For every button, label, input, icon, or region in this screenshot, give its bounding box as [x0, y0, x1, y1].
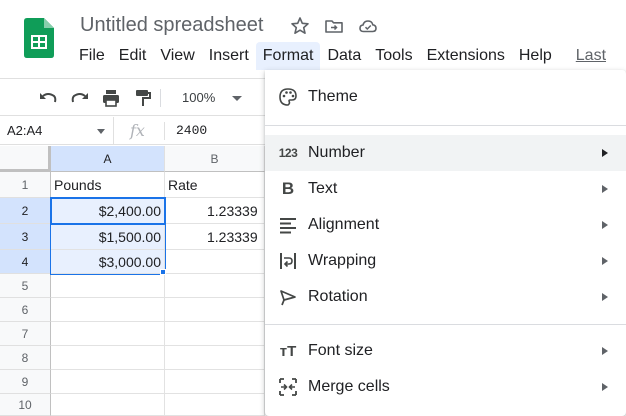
menu-help[interactable]: Help [512, 42, 559, 70]
format-menu-alignment[interactable]: Alignment [265, 207, 626, 243]
cell-b8[interactable] [165, 346, 265, 370]
zoom-select[interactable]: 100% [170, 87, 246, 109]
format-menu-text[interactable]: B Text [265, 171, 626, 207]
number-format-icon: 123 [278, 146, 298, 160]
row-header-5[interactable]: 5 [0, 274, 51, 298]
cell-a4[interactable]: $3,000.00 [51, 250, 165, 274]
select-all-corner[interactable] [0, 146, 51, 172]
format-menu-font-size-label: Font size [308, 342, 373, 359]
cell-a1[interactable]: Pounds [51, 172, 165, 198]
cell-a8[interactable] [51, 346, 165, 370]
row-header-3[interactable]: 3 [0, 224, 51, 250]
redo-icon[interactable] [69, 87, 91, 109]
cell-b3[interactable]: 1.23339 [165, 224, 265, 250]
cell-b10[interactable] [165, 394, 265, 416]
paint-format-icon[interactable] [132, 87, 154, 109]
format-menu-number-label: Number [308, 144, 365, 161]
cell-b6[interactable] [165, 298, 265, 322]
zoom-value: 100% [182, 90, 216, 105]
formula-input[interactable]: 2400 [176, 117, 207, 145]
row-header-4[interactable]: 4 [0, 250, 51, 274]
formula-separator [164, 122, 165, 140]
format-menu-theme-label: Theme [308, 88, 358, 105]
text-rotation-icon [280, 290, 296, 306]
row-header-2[interactable]: 2 [0, 198, 51, 224]
align-left-icon [280, 218, 296, 234]
cell-a7[interactable] [51, 322, 165, 346]
palette-icon [279, 88, 297, 106]
row-header-9[interactable]: 9 [0, 370, 51, 394]
column-header-b[interactable]: B [165, 146, 265, 172]
submenu-arrow-icon [602, 221, 608, 229]
fill-handle[interactable] [160, 269, 166, 275]
submenu-arrow-icon [602, 257, 608, 265]
row-header-10[interactable]: 10 [0, 394, 51, 416]
menu-extensions[interactable]: Extensions [420, 42, 512, 70]
row-header-8[interactable]: 8 [0, 346, 51, 370]
menu-tools[interactable]: Tools [368, 42, 419, 70]
print-icon[interactable] [100, 87, 122, 109]
menu-bar: File Edit View Insert Format Data Tools … [72, 42, 613, 70]
font-size-icon: тT [279, 342, 297, 360]
merge-cells-icon [279, 378, 297, 396]
submenu-arrow-icon [602, 383, 608, 391]
format-menu-wrapping[interactable]: Wrapping [265, 243, 626, 279]
menu-format[interactable]: Format [255, 42, 321, 70]
star-icon[interactable] [290, 16, 310, 36]
format-menu-text-label: Text [308, 180, 338, 197]
fx-icon: fx [130, 121, 145, 140]
menu-file[interactable]: File [72, 42, 112, 70]
submenu-arrow-icon [602, 185, 608, 193]
cell-a9[interactable] [51, 370, 165, 394]
cell-a6[interactable] [51, 298, 165, 322]
row-header-6[interactable]: 6 [0, 298, 51, 322]
chevron-down-icon [232, 96, 242, 101]
format-menu-rotation-label: Rotation [308, 288, 368, 305]
cell-a10[interactable] [51, 394, 165, 416]
cell-b5[interactable] [165, 274, 265, 298]
name-box[interactable]: A2:A4 [0, 117, 114, 145]
column-header-a[interactable]: A [51, 146, 165, 172]
cell-b7[interactable] [165, 322, 265, 346]
submenu-arrow-icon [602, 293, 608, 301]
move-to-folder-icon[interactable] [324, 16, 344, 36]
cell-b9[interactable] [165, 370, 265, 394]
menu-insert[interactable]: Insert [202, 42, 256, 70]
format-menu-dropdown: Theme 123 Number B Text Alignment Wrappi… [265, 70, 626, 416]
text-wrap-icon [280, 253, 296, 269]
menu-divider [265, 125, 626, 126]
last-edit-link[interactable]: Last [569, 42, 613, 70]
cell-a2[interactable]: $2,400.00 [51, 198, 165, 224]
chevron-down-icon [97, 129, 105, 134]
row-header-1[interactable]: 1 [0, 172, 51, 198]
format-menu-font-size[interactable]: тT Font size [265, 333, 626, 369]
cloud-status-icon[interactable] [358, 16, 378, 36]
row-header-7[interactable]: 7 [0, 322, 51, 346]
format-menu-alignment-label: Alignment [308, 216, 380, 233]
format-menu-merge-cells-label: Merge cells [308, 378, 390, 395]
undo-icon[interactable] [37, 87, 59, 109]
submenu-arrow-icon [602, 149, 608, 157]
format-menu-theme[interactable]: Theme [265, 79, 626, 115]
name-box-value: A2:A4 [7, 123, 43, 138]
format-menu-wrapping-label: Wrapping [308, 252, 377, 269]
toolbar-separator [160, 89, 161, 107]
cell-b2[interactable]: 1.23339 [165, 198, 265, 224]
format-menu-merge-cells[interactable]: Merge cells [265, 369, 626, 405]
cell-a5[interactable] [51, 274, 165, 298]
cell-b4[interactable] [165, 250, 265, 274]
menu-data[interactable]: Data [320, 42, 368, 70]
format-menu-rotation[interactable]: Rotation [265, 279, 626, 315]
submenu-arrow-icon [602, 347, 608, 355]
format-menu-number[interactable]: 123 Number [265, 135, 626, 171]
bold-icon: B [281, 179, 295, 198]
menu-divider [265, 324, 626, 325]
menu-edit[interactable]: Edit [112, 42, 154, 70]
cell-a3[interactable]: $1,500.00 [51, 224, 165, 250]
document-title[interactable]: Untitled spreadsheet [80, 14, 263, 37]
sheets-logo-icon[interactable] [24, 18, 54, 58]
cell-b1[interactable]: Rate [165, 172, 265, 198]
menu-view[interactable]: View [153, 42, 201, 70]
